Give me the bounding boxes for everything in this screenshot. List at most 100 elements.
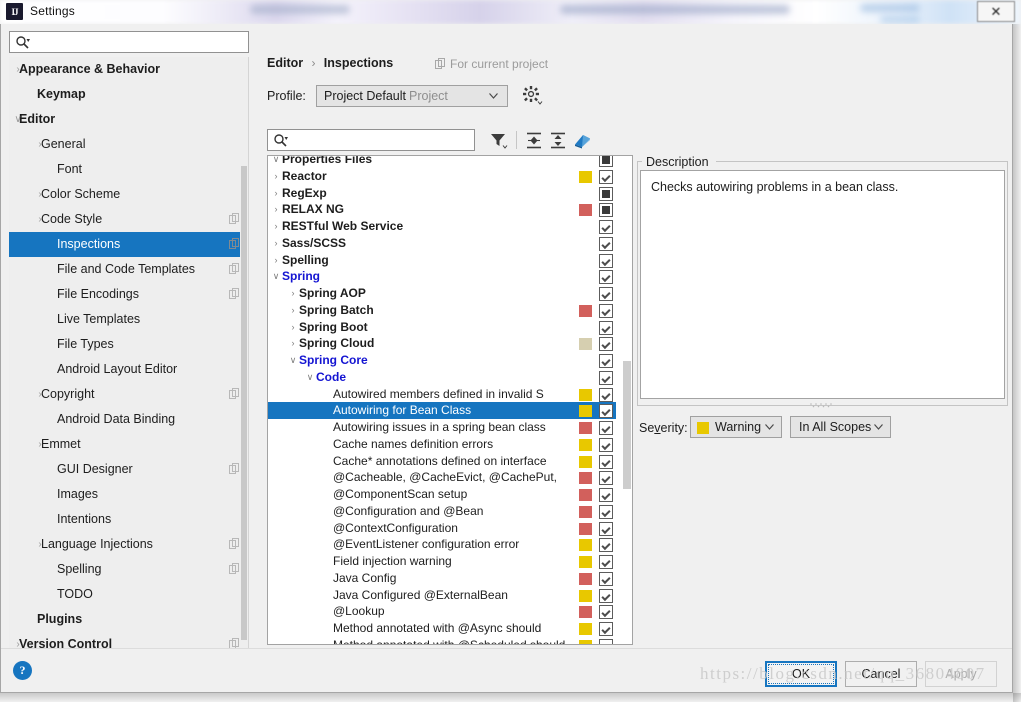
inspection-enabled-checkbox[interactable] [599, 203, 613, 218]
chevron-right-icon[interactable]: › [269, 218, 283, 235]
inspection-enabled-checkbox[interactable] [599, 270, 613, 285]
inspection-enabled-checkbox[interactable] [599, 387, 613, 402]
inspection-tree-row[interactable]: Autowired members defined in invalid S [268, 386, 616, 403]
inspection-tree-row[interactable]: ∨ Properties Files [268, 156, 616, 168]
profile-select[interactable]: Project Default Project [316, 85, 508, 107]
inspection-enabled-checkbox[interactable] [599, 437, 613, 452]
inspection-enabled-checkbox[interactable] [599, 320, 613, 335]
inspection-tree-row[interactable]: @EventListener configuration error [268, 536, 616, 553]
inspection-tree-row[interactable]: Field injection warning [268, 553, 616, 570]
inspection-enabled-checkbox[interactable] [599, 370, 613, 385]
sidebar-item-images[interactable]: Images [9, 482, 248, 507]
chevron-down-icon[interactable]: ∨ [9, 107, 27, 132]
chevron-right-icon[interactable]: › [31, 132, 49, 157]
sidebar-item-language-injections[interactable]: › Language Injections [9, 532, 248, 557]
inspection-tree[interactable]: ∨ Properties Files › Reactor › RegExp › RELAX N… [267, 155, 633, 645]
inspection-enabled-checkbox[interactable] [599, 287, 613, 301]
inspection-tree-row[interactable]: @ComponentScan setup [268, 486, 616, 503]
inspection-tree-row[interactable]: Cache names definition errors [268, 436, 616, 453]
chevron-right-icon[interactable]: › [9, 57, 27, 82]
inspection-tree-row[interactable]: › Spring Cloud [268, 335, 616, 352]
inspection-tree-row[interactable]: ∨ Spring Core [268, 352, 616, 369]
copy-icon[interactable] [229, 263, 240, 275]
chevron-right-icon[interactable]: › [269, 168, 283, 185]
sidebar-item-code-style[interactable]: › Code Style [9, 207, 248, 232]
chevron-right-icon[interactable]: › [269, 185, 283, 202]
inspection-enabled-checkbox[interactable] [599, 471, 613, 486]
inspection-enabled-checkbox[interactable] [599, 638, 613, 644]
collapse-all-icon[interactable] [548, 131, 568, 150]
sidebar-item-gui-designer[interactable]: GUI Designer [9, 457, 248, 482]
eraser-reset-icon[interactable] [572, 131, 592, 150]
sidebar-item-live-templates[interactable]: Live Templates [9, 307, 248, 332]
inspection-enabled-checkbox[interactable] [599, 504, 613, 519]
sidebar-item-inspections[interactable]: Inspections [9, 232, 248, 257]
inspection-tree-row[interactable]: › Spring AOP [268, 285, 616, 302]
chevron-down-icon[interactable]: ∨ [286, 352, 300, 369]
sidebar-item-spelling[interactable]: Spelling [9, 557, 248, 582]
chevron-right-icon[interactable]: › [31, 532, 49, 557]
inspection-tree-row[interactable]: › RegExp [268, 185, 616, 202]
chevron-right-icon[interactable]: › [269, 252, 283, 269]
settings-search-input[interactable] [9, 31, 249, 53]
expand-all-icon[interactable] [524, 131, 544, 150]
sidebar-item-plugins[interactable]: Plugins [9, 607, 248, 632]
inspection-tree-row[interactable]: @ContextConfiguration [268, 520, 616, 537]
inspection-tree-row[interactable]: Method annotated with @Scheduled should [268, 637, 616, 644]
inspection-enabled-checkbox[interactable] [599, 521, 613, 536]
cancel-button[interactable]: Cancel [845, 661, 917, 687]
settings-search-field[interactable] [34, 33, 244, 51]
help-icon[interactable]: ? [13, 661, 32, 680]
sidebar-item-android-layout-editor[interactable]: Android Layout Editor [9, 357, 248, 382]
copy-icon[interactable] [229, 538, 240, 550]
inspection-tree-row[interactable]: › Spring Batch [268, 302, 616, 319]
chevron-right-icon[interactable]: › [31, 207, 49, 232]
inspection-search-input[interactable] [267, 129, 475, 151]
inspection-tree-row[interactable]: › RESTful Web Service [268, 218, 616, 235]
chevron-right-icon[interactable]: › [269, 201, 283, 218]
sidebar-item-general[interactable]: › General [9, 132, 248, 157]
resize-grip-icon[interactable] [807, 402, 835, 408]
inspection-tree-row[interactable]: @Lookup [268, 603, 616, 620]
sidebar-item-emmet[interactable]: › Emmet [9, 432, 248, 457]
gear-icon[interactable] [521, 84, 543, 106]
inspection-enabled-checkbox[interactable] [599, 169, 613, 184]
sidebar-item-appearance-behavior[interactable]: › Appearance & Behavior [9, 57, 248, 82]
inspection-search-field[interactable] [292, 131, 470, 149]
inspection-enabled-checkbox[interactable] [599, 488, 613, 502]
severity-select[interactable]: Warning [690, 416, 782, 438]
inspection-tree-row[interactable]: Autowiring issues in a spring bean class [268, 419, 616, 436]
inspection-enabled-checkbox[interactable] [599, 605, 613, 620]
inspection-enabled-checkbox[interactable] [599, 538, 613, 553]
chevron-right-icon[interactable]: › [31, 432, 49, 457]
inspection-enabled-checkbox[interactable] [599, 555, 613, 569]
inspection-tree-row[interactable]: › Spring Boot [268, 319, 616, 336]
inspection-enabled-checkbox[interactable] [599, 454, 613, 469]
inspection-tree-row[interactable]: ∨ Spring [268, 268, 616, 285]
chevron-right-icon[interactable]: › [286, 302, 300, 319]
sidebar-item-font[interactable]: Font [9, 157, 248, 182]
sidebar-item-intentions[interactable]: Intentions [9, 507, 248, 532]
chevron-down-icon[interactable]: ∨ [269, 268, 283, 285]
inspection-tree-row[interactable]: › Sass/SCSS [268, 235, 616, 252]
sidebar-item-editor[interactable]: ∨ Editor [9, 107, 248, 132]
copy-icon[interactable] [229, 388, 240, 400]
scope-select[interactable]: In All Scopes [790, 416, 891, 438]
inspection-tree-row[interactable]: Autowiring for Bean Class [268, 402, 616, 419]
inspection-enabled-checkbox[interactable] [599, 220, 613, 234]
inspection-tree-row[interactable]: › RELAX NG [268, 201, 616, 218]
inspection-enabled-checkbox[interactable] [599, 354, 613, 368]
chevron-right-icon[interactable]: › [269, 235, 283, 252]
chevron-right-icon[interactable]: › [286, 335, 300, 352]
inspection-tree-scrollbar[interactable] [622, 156, 632, 644]
chevron-right-icon[interactable]: › [286, 285, 300, 302]
sidebar-item-copyright[interactable]: › Copyright [9, 382, 248, 407]
inspection-tree-row[interactable]: Java Configured @ExternalBean [268, 587, 616, 604]
inspection-enabled-checkbox[interactable] [599, 156, 613, 167]
sidebar-item-keymap[interactable]: Keymap [9, 82, 248, 107]
close-icon[interactable]: ✕ [977, 1, 1015, 22]
copy-icon[interactable] [229, 238, 240, 250]
inspection-enabled-checkbox[interactable] [599, 622, 613, 636]
inspection-tree-row[interactable]: Method annotated with @Async should [268, 620, 616, 637]
sidebar-item-color-scheme[interactable]: › Color Scheme [9, 182, 248, 207]
